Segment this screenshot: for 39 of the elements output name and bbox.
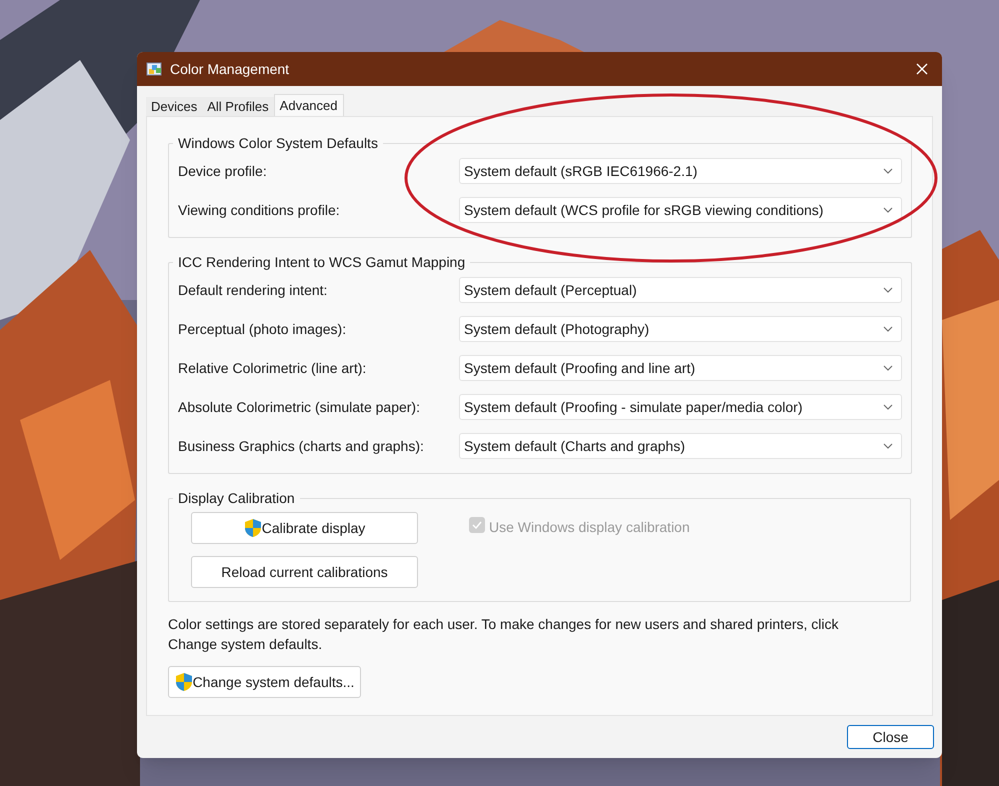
field-label: Business Graphics (charts and graphs): — [178, 436, 425, 456]
field-label: Perceptual (photo images): — [178, 320, 348, 339]
shield-icon — [244, 518, 262, 538]
field-label: Viewing conditions profile: — [178, 200, 341, 220]
button[interactable]: Reload current calibrations — [191, 556, 418, 588]
window-title: Color Management — [170, 60, 290, 79]
info-text: Color settings are stored separately for each user. To make changes for new users and shared printers, click Change system defaults. — [168, 615, 840, 654]
dropdown[interactable]: System default (Charts and graphs) — [459, 433, 902, 459]
dropdown[interactable]: System default (Photography) — [459, 316, 902, 342]
dropdown[interactable]: System default (sRGB IEC61966-2.1) — [459, 158, 902, 184]
field-label: Absolute Colorimetric (simulate paper): — [178, 398, 421, 417]
chevron-down-icon — [883, 404, 893, 410]
dropdown[interactable]: System default (Perceptual) — [459, 277, 902, 303]
dropdown[interactable]: System default (Proofing - simulate paper/media color) — [459, 394, 902, 420]
group-title: ICC Rendering Intent to WCS Gamut Mapping — [177, 253, 466, 272]
button[interactable]: Calibrate display — [191, 512, 418, 544]
close-icon[interactable] — [916, 63, 928, 75]
chevron-down-icon — [883, 207, 893, 213]
checkbox-label: Use Windows display calibration — [489, 518, 690, 537]
app-icon — [146, 60, 164, 78]
dropdown[interactable]: System default (Proofing and line art) — [459, 355, 902, 381]
dropdown[interactable]: System default (WCS profile for sRGB viewing conditions) — [459, 197, 902, 223]
field-label: Device profile: — [178, 162, 268, 181]
shield-icon — [174, 672, 193, 692]
tab[interactable]: All Profiles — [202, 97, 274, 116]
button[interactable]: Change system defaults... — [168, 666, 361, 698]
close-button[interactable]: Close — [847, 725, 934, 749]
tab[interactable]: Advanced — [274, 94, 344, 116]
chevron-down-icon — [883, 326, 893, 332]
check-icon — [472, 521, 482, 529]
field-label: Default rendering intent: — [178, 280, 328, 300]
chevron-down-icon — [883, 287, 893, 293]
group-title: Display Calibration — [177, 489, 296, 508]
chevron-down-icon — [883, 365, 893, 371]
tab[interactable]: Devices — [146, 97, 202, 116]
chevron-down-icon — [883, 168, 893, 174]
group-title: Windows Color System Defaults — [177, 134, 379, 153]
chevron-down-icon — [883, 443, 893, 449]
field-label: Relative Colorimetric (line art): — [178, 358, 368, 378]
